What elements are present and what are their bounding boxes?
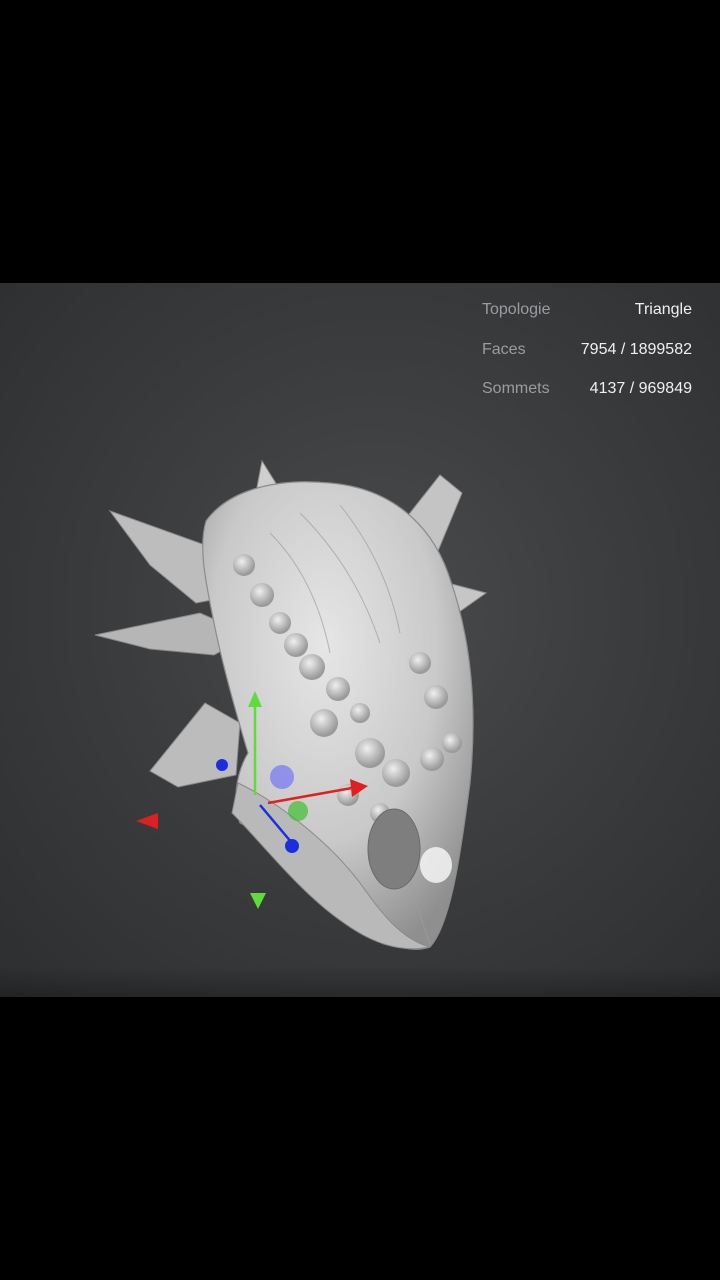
gizmo-rotate-green [288,801,308,821]
faces-value: 7954 / 1899582 [580,340,692,358]
gizmo-z-handle [285,839,299,853]
vertices-label: Sommets [482,380,550,397]
gizmo-blue-point [216,759,228,771]
vertices-value: 4137 / 969849 [589,380,692,397]
gizmo-center [270,765,294,789]
eye-socket [367,808,421,890]
topology-value: Triangle [634,301,692,318]
topology-label: Topologie [482,301,551,318]
gizmo-red-marker [136,813,158,829]
stat-vertices: Sommets 4137 / 969849 [482,380,692,420]
stat-faces: Faces 7954 / 1899582 [482,341,692,381]
stat-topology: Topologie Triangle [482,301,692,341]
faces-label: Faces [482,340,526,358]
letterbox-top [0,0,720,283]
letterbox-bottom [0,997,720,1280]
mesh-stats-panel: Topologie Triangle Faces 7954 / 1899582 … [482,301,692,420]
left-jaw-frill [149,702,241,788]
3d-viewport[interactable]: Topologie Triangle Faces 7954 / 1899582 … [0,283,720,997]
gizmo-green-marker [250,893,266,909]
nostril-highlight [420,847,452,883]
